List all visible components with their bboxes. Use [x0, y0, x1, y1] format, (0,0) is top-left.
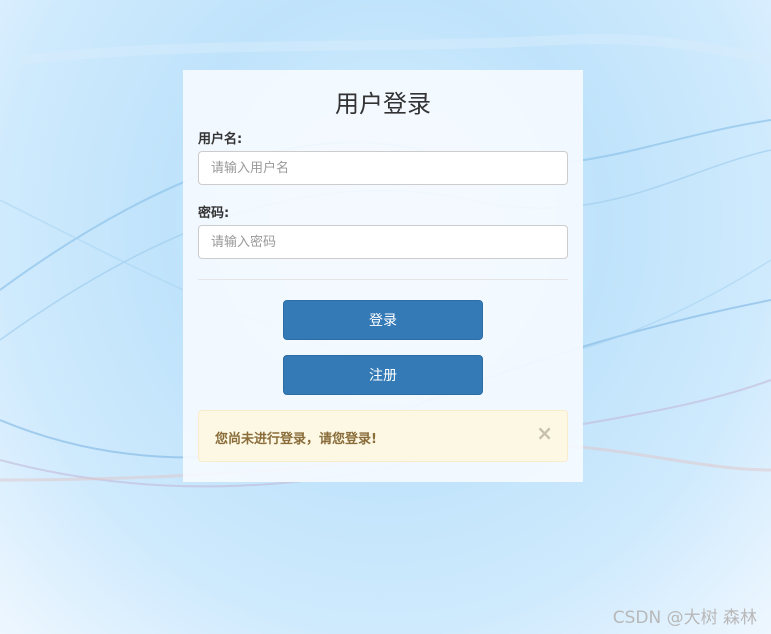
login-panel: 用户登录 用户名: 密码: 登录 注册 您尚未进行登录，请您登录! × [183, 70, 583, 482]
close-icon[interactable]: × [536, 423, 553, 443]
username-label: 用户名: [198, 132, 243, 147]
divider [198, 279, 568, 280]
alert-message: 您尚未进行登录，请您登录! [215, 432, 377, 447]
username-input[interactable] [198, 151, 568, 185]
page-title: 用户登录 [335, 90, 431, 118]
warning-alert: 您尚未进行登录，请您登录! × [198, 410, 568, 462]
register-button[interactable]: 注册 [283, 355, 483, 395]
password-input[interactable] [198, 225, 568, 259]
login-button[interactable]: 登录 [283, 300, 483, 340]
password-label: 密码: [198, 206, 230, 221]
watermark: CSDN @大树 森林 [612, 608, 757, 628]
